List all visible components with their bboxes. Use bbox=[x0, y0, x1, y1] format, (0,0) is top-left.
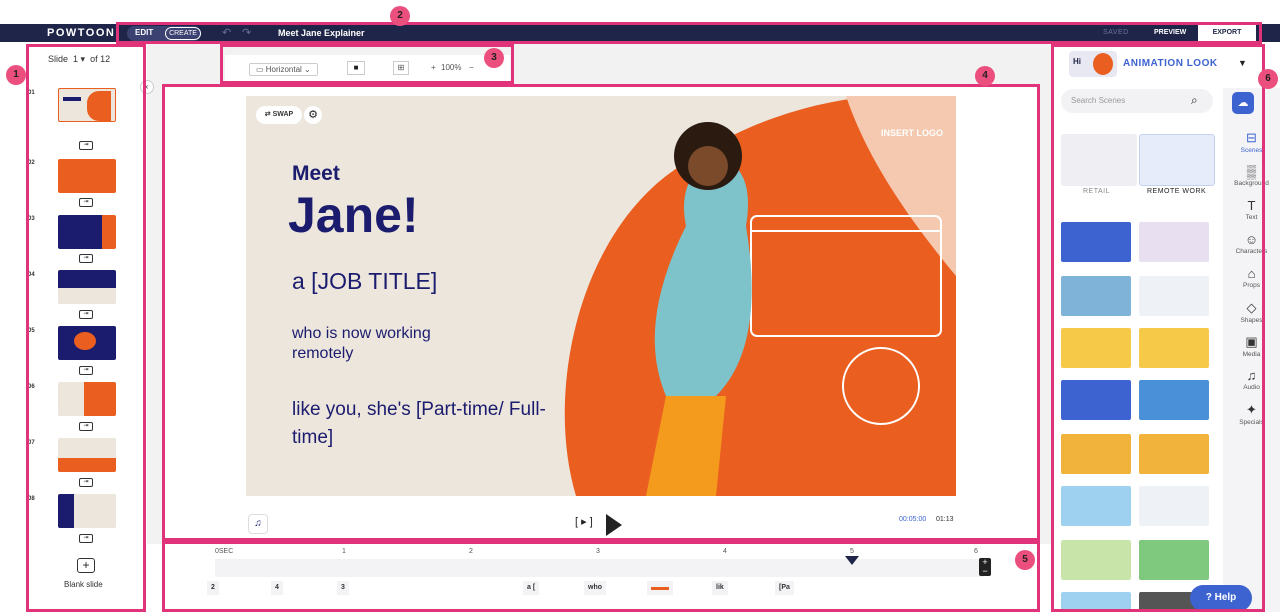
powtoon-logo[interactable]: POWTOON bbox=[47, 27, 115, 39]
annotation-box-3 bbox=[220, 44, 514, 84]
annotation-box-1 bbox=[26, 44, 146, 612]
annotation-badge: 1 bbox=[6, 65, 26, 85]
annotation-box-5 bbox=[162, 541, 1040, 612]
annotation-box-2 bbox=[116, 22, 1262, 44]
annotation-badge: 2 bbox=[390, 6, 410, 26]
annotation-box-4 bbox=[162, 84, 1040, 541]
annotation-badge: 4 bbox=[975, 66, 995, 86]
annotation-box-6 bbox=[1051, 44, 1265, 612]
annotation-badge: 6 bbox=[1258, 69, 1278, 89]
annotation-badge: 5 bbox=[1015, 550, 1035, 570]
annotation-badge: 3 bbox=[484, 48, 504, 68]
